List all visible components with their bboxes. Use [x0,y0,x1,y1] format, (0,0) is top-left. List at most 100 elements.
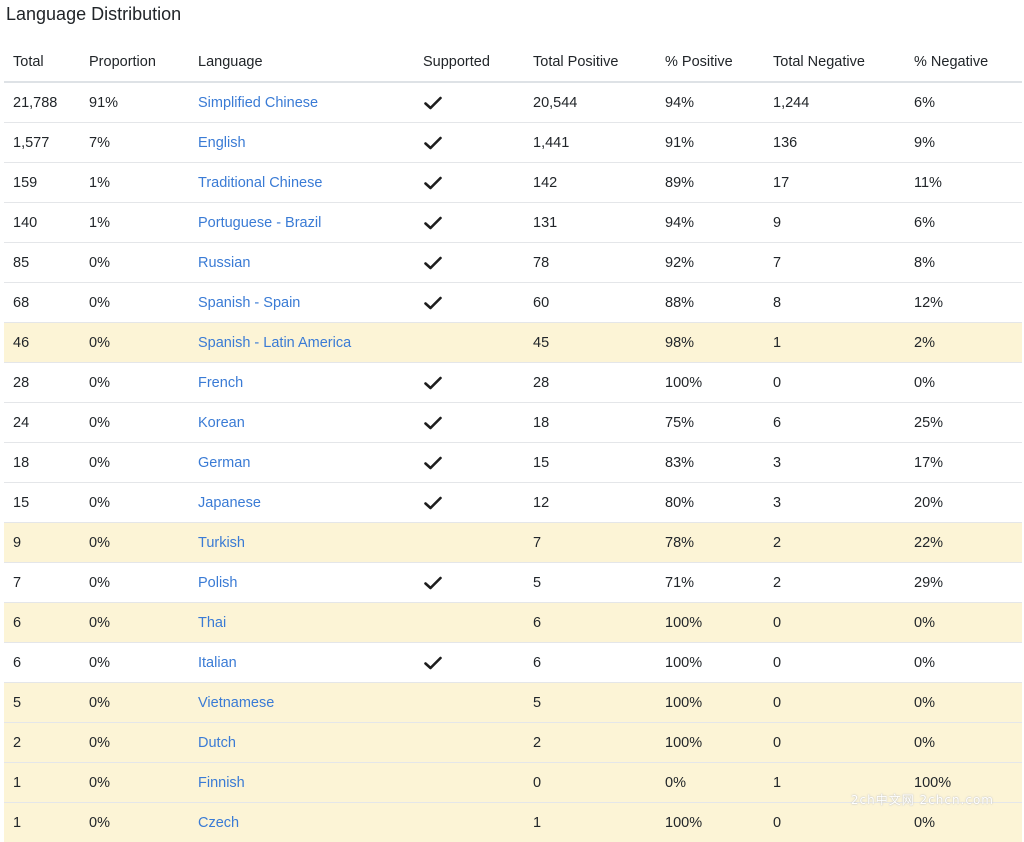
checkmark-icon [424,256,442,270]
cell-pct-negative: 17% [905,443,1022,483]
language-link[interactable]: Japanese [198,495,261,511]
cell-total-positive: 5 [524,563,656,603]
cell-language: Dutch [189,723,414,763]
cell-total: 1 [4,803,80,842]
cell-total-positive: 0 [524,763,656,803]
language-link[interactable]: Italian [198,655,237,671]
cell-proportion: 0% [80,643,189,683]
cell-proportion: 0% [80,243,189,283]
cell-pct-positive: 100% [656,723,764,763]
cell-supported [414,563,524,603]
cell-supported [414,683,524,723]
language-link[interactable]: Polish [198,575,238,591]
language-link[interactable]: Czech [198,815,239,831]
checkmark-icon [424,216,442,230]
cell-pct-negative: 2% [905,323,1022,363]
checkmark-icon [424,576,442,590]
cell-language: Traditional Chinese [189,163,414,203]
cell-supported [414,283,524,323]
language-distribution-table: Total Proportion Language Supported Tota… [4,43,1022,842]
cell-total: 9 [4,523,80,563]
cell-pct-negative: 25% [905,403,1022,443]
cell-pct-positive: 98% [656,323,764,363]
cell-pct-negative: 12% [905,283,1022,323]
cell-total-positive: 28 [524,363,656,403]
cell-language: Portuguese - Brazil [189,203,414,243]
cell-total: 159 [4,163,80,203]
language-link[interactable]: Simplified Chinese [198,95,318,111]
language-link[interactable]: English [198,135,246,151]
cell-total-negative: 0 [764,803,905,842]
cell-proportion: 0% [80,683,189,723]
cell-supported [414,603,524,643]
language-link[interactable]: Traditional Chinese [198,175,322,191]
cell-pct-positive: 71% [656,563,764,603]
cell-total: 2 [4,723,80,763]
language-link[interactable]: Russian [198,255,250,271]
table-row: 10%Czech1100%00% [4,803,1022,842]
checkmark-icon [424,456,442,470]
cell-total: 24 [4,403,80,443]
cell-total-positive: 2 [524,723,656,763]
cell-total-negative: 136 [764,123,905,163]
cell-pct-negative: 6% [905,82,1022,123]
cell-pct-negative: 22% [905,523,1022,563]
cell-total-positive: 78 [524,243,656,283]
language-link[interactable]: German [198,455,250,471]
cell-supported [414,483,524,523]
cell-proportion: 0% [80,563,189,603]
cell-total-positive: 6 [524,603,656,643]
table-row: 150%Japanese1280%320% [4,483,1022,523]
cell-proportion: 0% [80,523,189,563]
cell-pct-positive: 83% [656,443,764,483]
cell-language: Polish [189,563,414,603]
cell-pct-positive: 91% [656,123,764,163]
cell-total-positive: 7 [524,523,656,563]
cell-total-negative: 0 [764,643,905,683]
cell-proportion: 0% [80,723,189,763]
cell-pct-positive: 100% [656,683,764,723]
language-link[interactable]: Portuguese - Brazil [198,215,321,231]
language-link[interactable]: Spanish - Latin America [198,335,351,351]
cell-pct-positive: 94% [656,82,764,123]
cell-pct-positive: 100% [656,603,764,643]
cell-supported [414,243,524,283]
table-row: 240%Korean1875%625% [4,403,1022,443]
cell-proportion: 0% [80,803,189,842]
language-link[interactable]: Turkish [198,535,245,551]
page-title: Language Distribution [6,2,181,26]
cell-language: Korean [189,403,414,443]
cell-language: Russian [189,243,414,283]
cell-total-negative: 1,244 [764,82,905,123]
cell-total-positive: 1 [524,803,656,842]
cell-total-positive: 6 [524,643,656,683]
cell-proportion: 0% [80,603,189,643]
cell-pct-negative: 8% [905,243,1022,283]
cell-supported [414,523,524,563]
language-link[interactable]: Vietnamese [198,695,274,711]
cell-pct-positive: 75% [656,403,764,443]
table-row: 21,78891%Simplified Chinese20,54494%1,24… [4,82,1022,123]
column-header-total-positive: Total Positive [524,43,656,82]
cell-total: 85 [4,243,80,283]
cell-proportion: 0% [80,323,189,363]
language-link[interactable]: Spanish - Spain [198,295,300,311]
cell-pct-negative: 11% [905,163,1022,203]
cell-total-positive: 131 [524,203,656,243]
cell-total: 28 [4,363,80,403]
cell-total-positive: 142 [524,163,656,203]
cell-total-positive: 20,544 [524,82,656,123]
table-header-row: Total Proportion Language Supported Tota… [4,43,1022,82]
language-link[interactable]: Korean [198,415,245,431]
cell-pct-positive: 80% [656,483,764,523]
language-link[interactable]: Dutch [198,735,236,751]
cell-total: 21,788 [4,82,80,123]
cell-proportion: 7% [80,123,189,163]
cell-pct-positive: 89% [656,163,764,203]
cell-language: Finnish [189,763,414,803]
cell-total: 7 [4,563,80,603]
cell-total-negative: 0 [764,683,905,723]
language-link[interactable]: Thai [198,615,226,631]
language-link[interactable]: Finnish [198,775,245,791]
language-link[interactable]: French [198,375,243,391]
